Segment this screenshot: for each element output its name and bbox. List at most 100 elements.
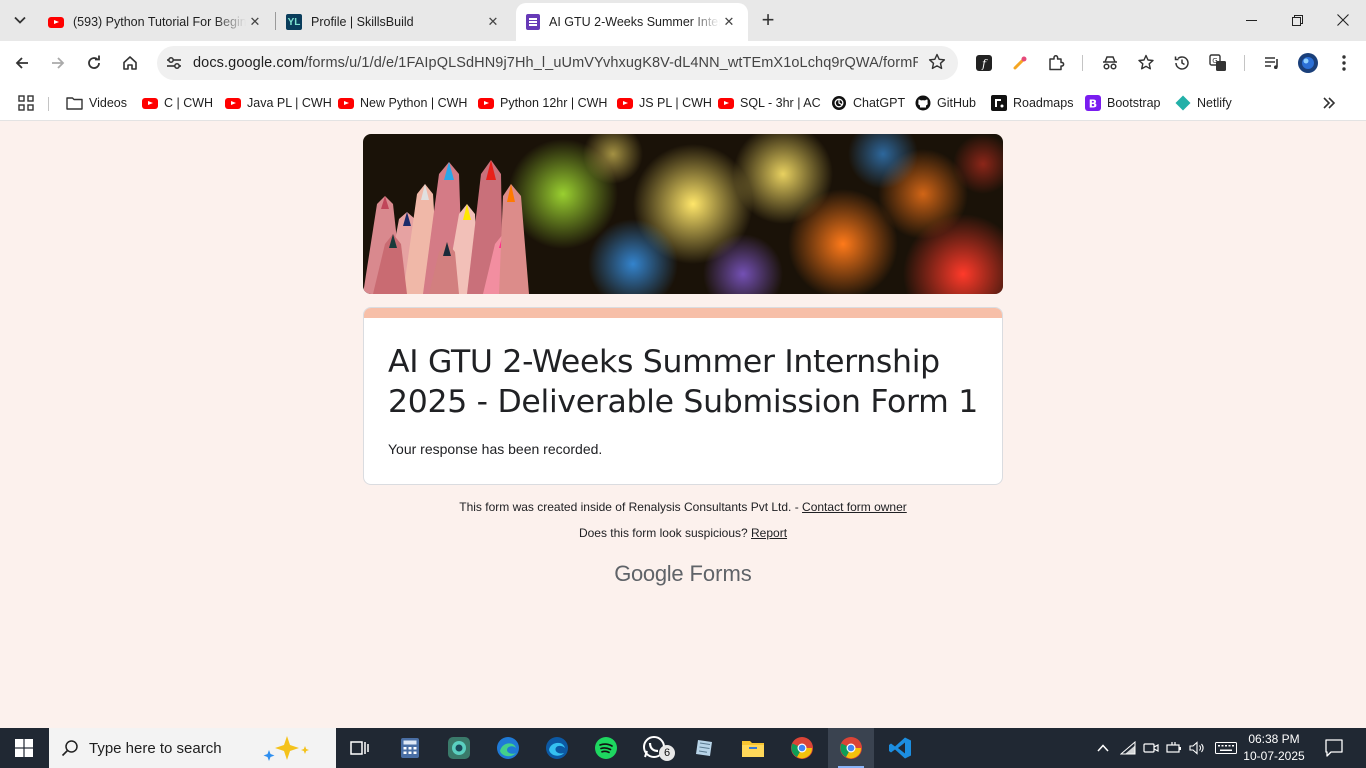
spotify-app[interactable] — [583, 728, 629, 768]
svg-text:G: G — [1212, 57, 1217, 65]
notification-badge: 6 — [659, 745, 675, 761]
close-icon — [1337, 14, 1349, 26]
more-bookmarks-button[interactable] — [1322, 92, 1336, 114]
notifications-button[interactable] — [1320, 728, 1348, 768]
close-icon[interactable]: ✕ — [484, 13, 502, 31]
wifi-icon — [1120, 741, 1136, 755]
translate-icon: G — [1209, 54, 1226, 71]
bookmark-label: Bootstrap — [1107, 96, 1161, 110]
chrome-app[interactable] — [828, 728, 874, 768]
contact-form-owner-link[interactable]: Contact form owner — [802, 500, 907, 514]
reload-button[interactable] — [80, 49, 108, 77]
chrome-profile-app[interactable] — [779, 728, 825, 768]
bookmark-python-12hr[interactable]: Python 12hr | CWH — [478, 92, 607, 114]
restore-button[interactable] — [1274, 0, 1320, 40]
forms-logo-text: Forms — [689, 561, 752, 586]
history-button[interactable] — [1170, 51, 1194, 75]
restore-icon — [1291, 14, 1303, 26]
bookmark-sql-ac[interactable]: SQL - 3hr | AC — [718, 92, 821, 114]
notes-app[interactable] — [681, 728, 727, 768]
report-link[interactable]: Report — [751, 526, 787, 540]
start-button[interactable] — [0, 728, 48, 768]
bookmark-roadmaps[interactable]: Roadmaps — [991, 92, 1073, 114]
form-title: AI GTU 2-Weeks Summer Internship 2025 - … — [388, 344, 978, 420]
bookmark-netlify[interactable]: Netlify — [1175, 92, 1232, 114]
bookmark-chatgpt[interactable]: ChatGPT — [831, 92, 905, 114]
vscode-app[interactable] — [877, 728, 923, 768]
close-icon[interactable]: ✕ — [720, 13, 738, 31]
youtube-icon — [142, 97, 158, 109]
svg-text:B: B — [1089, 98, 1097, 111]
close-window-button[interactable] — [1320, 0, 1366, 40]
keyboard-icon — [1215, 742, 1237, 754]
url-path: /forms/u/1/d/e/1FAIpQLSdHN9j7Hh_l_uUmVYv… — [304, 55, 918, 71]
bookmark-github[interactable]: GitHub — [915, 92, 976, 114]
extension-picker-button[interactable] — [1008, 51, 1032, 75]
tab-youtube[interactable]: (593) Python Tutorial For Beginners ✕ — [38, 3, 274, 41]
bookmark-label: New Python | CWH — [360, 96, 468, 110]
edge-canary-app[interactable] — [485, 728, 531, 768]
meet-now-button[interactable] — [1141, 728, 1161, 768]
home-button[interactable] — [116, 49, 144, 77]
incognito-button[interactable] — [1098, 51, 1122, 75]
bookmark-label: Java PL | CWH — [247, 96, 332, 110]
tab-google-form[interactable]: AI GTU 2-Weeks Summer Internship 2025 ✕ — [516, 3, 748, 41]
bookmark-label: JS PL | CWH — [639, 96, 712, 110]
bookmark-star-button[interactable] — [928, 53, 946, 76]
camera-icon — [1143, 743, 1159, 753]
bookmark-videos[interactable]: Videos — [66, 92, 127, 114]
search-icon — [61, 740, 78, 757]
translate-button[interactable]: G — [1206, 51, 1230, 75]
bookmark-bootstrap[interactable]: B Bootstrap — [1085, 92, 1161, 114]
calculator-icon — [401, 738, 419, 758]
taskbar-search-box[interactable]: Type here to search — [49, 728, 336, 768]
profile-avatar[interactable] — [1296, 51, 1320, 75]
form-created-notice: This form was created inside of Renalysi… — [0, 500, 1366, 514]
network-status[interactable] — [1118, 728, 1138, 768]
volume-button[interactable] — [1187, 728, 1207, 768]
system-clock[interactable]: 06:38 PM 10-07-2025 — [1237, 731, 1311, 765]
bookmark-js-cwh[interactable]: JS PL | CWH — [617, 92, 712, 114]
bookmark-c-cwh[interactable]: C | CWH — [142, 92, 213, 114]
menu-button[interactable] — [1332, 51, 1356, 75]
bookmark-new-python-cwh[interactable]: New Python | CWH — [338, 92, 467, 114]
address-bar[interactable]: docs.google.com/forms/u/1/d/e/1FAIpQLSdH… — [157, 46, 958, 80]
back-button[interactable] — [8, 49, 36, 77]
tab-search-button[interactable] — [6, 6, 34, 34]
incognito-icon — [1103, 56, 1117, 70]
forward-button[interactable] — [44, 49, 72, 77]
file-explorer-app[interactable] — [730, 728, 776, 768]
apps-button[interactable] — [18, 92, 34, 114]
home-icon — [123, 56, 137, 70]
notes-icon — [696, 740, 712, 756]
extensions-button[interactable] — [1044, 51, 1068, 75]
tab-skillsbuild[interactable]: YL Profile | SkillsBuild ✕ — [276, 3, 512, 41]
calculator-app[interactable] — [387, 728, 433, 768]
new-tab-button[interactable]: + — [756, 7, 780, 32]
whatsapp-app[interactable]: 6 — [632, 728, 678, 768]
favorites-button[interactable] — [1134, 51, 1158, 75]
google-forms-logo[interactable]: Google Forms — [0, 561, 1366, 587]
arrow-right-icon — [52, 57, 65, 69]
url-text[interactable]: docs.google.com/forms/u/1/d/e/1FAIpQLSdH… — [193, 55, 918, 71]
minimize-button[interactable] — [1228, 0, 1274, 40]
bookmark-java-cwh[interactable]: Java PL | CWH — [225, 92, 332, 114]
edge-beta-app[interactable] — [436, 728, 482, 768]
chrome-icon — [840, 737, 862, 759]
edge-app[interactable] — [534, 728, 580, 768]
battery-status[interactable] — [1164, 728, 1184, 768]
suspicious-text: Does this form look suspicious? — [578, 526, 752, 540]
more-vert-icon — [1342, 55, 1346, 71]
media-controls-button[interactable] — [1260, 51, 1284, 75]
keyboard-layout-button[interactable] — [1213, 728, 1239, 768]
show-hidden-icons-button[interactable] — [1093, 728, 1113, 768]
netlify-icon — [1175, 95, 1191, 111]
puzzle-icon — [1049, 54, 1065, 71]
card-accent-bar — [364, 308, 1002, 318]
close-icon[interactable]: ✕ — [246, 13, 264, 31]
extension-formula-button[interactable]: f — [972, 51, 996, 75]
chevron-down-icon — [14, 16, 26, 24]
github-icon — [915, 95, 931, 111]
task-view-button[interactable] — [337, 728, 383, 768]
site-info-button[interactable] — [159, 48, 189, 78]
